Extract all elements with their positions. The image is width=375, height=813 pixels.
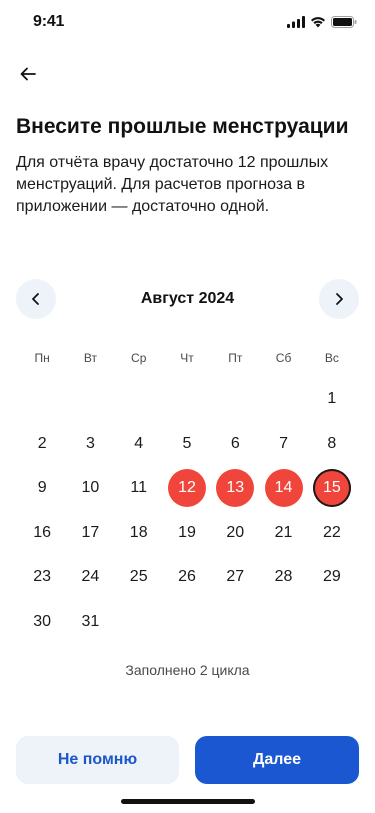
- calendar-day-label: 2: [37, 434, 47, 452]
- arrow-left-icon: [20, 67, 36, 81]
- calendar-blank-cell: [115, 377, 163, 422]
- calendar-blank-cell: [259, 377, 307, 422]
- calendar-day-12[interactable]: 12: [163, 466, 211, 511]
- calendar-day-29[interactable]: 29: [308, 555, 356, 600]
- month-title: Август 2024: [140, 290, 235, 307]
- calendar-day-19[interactable]: 19: [163, 511, 211, 556]
- calendar-day-label: 14: [264, 469, 303, 508]
- status-bar: 9:41: [0, 0, 375, 44]
- calendar-grid: 1 2 3 4 5 6 7 8 9 10 11 12 13 14 15 16 17 18 19 20 21 22 23 24 2…: [18, 377, 356, 644]
- calendar-day-2[interactable]: 2: [18, 422, 66, 467]
- calendar-day-1[interactable]: 1: [308, 377, 356, 422]
- calendar-day-label: 29: [322, 568, 341, 586]
- calendar-day-label: 21: [274, 523, 293, 541]
- weekday-sat: Сб: [275, 351, 292, 365]
- calendar-day-label: 18: [129, 523, 148, 541]
- calendar-day-15[interactable]: 15: [308, 466, 356, 511]
- calendar-day-21[interactable]: 21: [259, 511, 307, 556]
- wifi-icon: [311, 17, 325, 28]
- calendar-day-label: 31: [81, 612, 100, 630]
- calendar-day-5[interactable]: 5: [163, 422, 211, 467]
- calendar-day-label: 28: [274, 568, 293, 586]
- calendar-day-label: 7: [279, 434, 289, 452]
- calendar-day-10[interactable]: 10: [66, 466, 114, 511]
- calendar-day-6[interactable]: 6: [211, 422, 259, 467]
- cycles-filled-status: Заполнено 2 цикла: [125, 662, 250, 678]
- calendar-day-label: 25: [129, 568, 148, 586]
- calendar-day-8[interactable]: 8: [308, 422, 356, 467]
- status-time: 9:41: [33, 13, 65, 30]
- calendar-blank-cell: [66, 377, 114, 422]
- status-icons: [287, 16, 357, 28]
- calendar-day-label: 30: [33, 612, 52, 630]
- calendar-day-label: 24: [81, 568, 100, 586]
- weekday-header: Пн Вт Ср Чт Пт Сб Вс: [18, 350, 356, 366]
- dont-remember-button[interactable]: Не помню: [16, 736, 179, 784]
- back-button[interactable]: [10, 56, 46, 92]
- chevron-right-icon: [336, 293, 343, 305]
- calendar-day-label: 11: [130, 479, 147, 497]
- screen: 9:41 Внесите прошлые менструации Для отч…: [0, 0, 375, 813]
- calendar-day-16[interactable]: 16: [18, 511, 66, 556]
- calendar-day-label: 4: [134, 434, 144, 452]
- calendar-day-31[interactable]: 31: [66, 600, 114, 645]
- weekday-wed: Ср: [131, 351, 147, 365]
- calendar-day-14[interactable]: 14: [259, 466, 307, 511]
- calendar-day-9[interactable]: 9: [18, 466, 66, 511]
- page-title: Внесите прошлые менструации: [16, 115, 349, 138]
- calendar-day-20[interactable]: 20: [211, 511, 259, 556]
- calendar-blank-cell: [211, 377, 259, 422]
- calendar-day-label: 15: [312, 469, 351, 508]
- calendar-day-label: 26: [178, 568, 196, 586]
- calendar-day-label: 12: [167, 469, 206, 508]
- calendar-day-label: 22: [322, 523, 341, 541]
- weekday-thu: Чт: [180, 351, 194, 365]
- calendar-day-label: 16: [33, 523, 52, 541]
- calendar-day-label: 23: [33, 568, 52, 586]
- page-description: Для отчёта врачу достаточно 12 прошлых м…: [16, 154, 329, 215]
- calendar-day-28[interactable]: 28: [259, 555, 307, 600]
- calendar-day-30[interactable]: 30: [18, 600, 66, 645]
- next-month-button[interactable]: [319, 279, 359, 319]
- calendar-day-26[interactable]: 26: [163, 555, 211, 600]
- calendar-day-17[interactable]: 17: [66, 511, 114, 556]
- calendar-day-23[interactable]: 23: [18, 555, 66, 600]
- calendar-blank-cell: [163, 377, 211, 422]
- cellular-signal-icon: [287, 16, 305, 28]
- calendar-day-3[interactable]: 3: [66, 422, 114, 467]
- calendar-day-13[interactable]: 13: [211, 466, 259, 511]
- calendar-day-label: 8: [327, 434, 337, 452]
- chevron-left-icon: [32, 293, 39, 305]
- calendar-day-label: 9: [37, 479, 47, 497]
- home-indicator: [121, 799, 255, 804]
- weekday-fri: Пт: [228, 351, 243, 365]
- calendar-day-label: 10: [81, 479, 100, 497]
- calendar-day-label: 3: [85, 434, 95, 452]
- calendar-day-27[interactable]: 27: [211, 555, 259, 600]
- calendar-day-7[interactable]: 7: [259, 422, 307, 467]
- previous-month-button[interactable]: [16, 279, 56, 319]
- calendar-day-4[interactable]: 4: [115, 422, 163, 467]
- calendar-day-22[interactable]: 22: [308, 511, 356, 556]
- calendar-day-11[interactable]: 11: [115, 466, 163, 511]
- weekday-mon: Пн: [34, 351, 50, 365]
- calendar-day-label: 17: [81, 523, 100, 541]
- calendar-day-label: 27: [226, 568, 245, 586]
- calendar-day-label: 13: [216, 469, 255, 508]
- calendar-day-label: 19: [178, 523, 196, 541]
- calendar-day-label: 20: [226, 523, 245, 541]
- next-button[interactable]: Далее: [195, 736, 359, 784]
- calendar-day-label: 1: [327, 390, 337, 408]
- calendar-day-25[interactable]: 25: [115, 555, 163, 600]
- battery-icon: [331, 16, 357, 28]
- calendar-blank-cell: [18, 377, 66, 422]
- weekday-sun: Вс: [324, 351, 339, 365]
- weekday-tue: Вт: [83, 351, 97, 365]
- calendar-day-24[interactable]: 24: [66, 555, 114, 600]
- calendar-day-18[interactable]: 18: [115, 511, 163, 556]
- calendar-day-label: 5: [182, 434, 192, 452]
- calendar-day-label: 6: [230, 434, 240, 452]
